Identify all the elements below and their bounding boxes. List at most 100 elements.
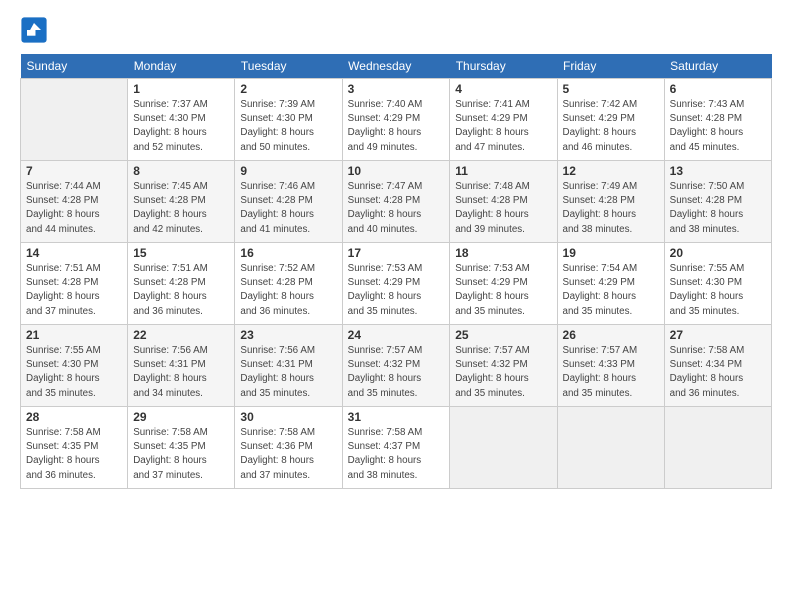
calendar-cell: 15Sunrise: 7:51 AM Sunset: 4:28 PM Dayli…: [128, 243, 235, 325]
day-info: Sunrise: 7:43 AM Sunset: 4:28 PM Dayligh…: [670, 98, 766, 155]
day-number: 7: [26, 164, 122, 178]
day-info: Sunrise: 7:41 AM Sunset: 4:29 PM Dayligh…: [455, 98, 551, 155]
weekday-header-row: SundayMondayTuesdayWednesdayThursdayFrid…: [21, 54, 772, 79]
calendar-cell: 4Sunrise: 7:41 AM Sunset: 4:29 PM Daylig…: [450, 79, 557, 161]
day-number: 18: [455, 246, 551, 260]
day-number: 23: [240, 328, 336, 342]
day-number: 17: [348, 246, 445, 260]
weekday-header-sunday: Sunday: [21, 54, 128, 79]
day-info: Sunrise: 7:57 AM Sunset: 4:33 PM Dayligh…: [563, 344, 659, 401]
calendar-cell: 18 Sunrise: 7:53 AM Sunset: 4:29 PM Dayli…: [450, 243, 557, 325]
day-number: 24: [348, 328, 445, 342]
calendar-cell: 23 Sunrise: 7:56 AM Sunset: 4:31 PM Dayli…: [235, 325, 342, 407]
day-number: 12: [563, 164, 659, 178]
day-number: 15: [133, 246, 229, 260]
calendar-cell: 26 Sunrise: 7:57 AM Sunset: 4:33 PM Dayli…: [557, 325, 664, 407]
calendar-cell: 30 Sunrise: 7:58 AM Sunset: 4:36 PM Dayli…: [235, 407, 342, 489]
day-info: Sunrise: 7:49 AM Sunset: 4:28 PM Dayligh…: [563, 180, 659, 237]
day-info: Sunrise: 7:57 AM Sunset: 4:32 PM Dayligh…: [348, 344, 445, 401]
day-info: Sunrise: 7:40 AM Sunset: 4:29 PM Dayligh…: [348, 98, 445, 155]
day-number: 13: [670, 164, 766, 178]
day-info: Sunrise: 7:55 AM Sunset: 4:30 PM Dayligh…: [26, 344, 122, 401]
calendar-cell: 13 Sunrise: 7:50 AM Sunset: 4:28 PM Dayli…: [664, 161, 771, 243]
day-info: Sunrise: 7:55 AM Sunset: 4:30 PM Dayligh…: [670, 262, 766, 319]
day-info: Sunrise: 7:37 AM Sunset: 4:30 PM Dayligh…: [133, 98, 229, 155]
weekday-header-monday: Monday: [128, 54, 235, 79]
day-number: 19: [563, 246, 659, 260]
calendar-cell: [450, 407, 557, 489]
day-number: 16: [240, 246, 336, 260]
day-info: Sunrise: 7:56 AM Sunset: 4:31 PM Dayligh…: [133, 344, 229, 401]
day-info: Sunrise: 7:52 AM Sunset: 4:28 PM Dayligh…: [240, 262, 336, 319]
day-number: 9: [240, 164, 336, 178]
weekday-header-friday: Friday: [557, 54, 664, 79]
calendar-cell: 24 Sunrise: 7:57 AM Sunset: 4:32 PM Dayli…: [342, 325, 450, 407]
calendar-cell: 20 Sunrise: 7:55 AM Sunset: 4:30 PM Dayli…: [664, 243, 771, 325]
day-number: 20: [670, 246, 766, 260]
day-number: 26: [563, 328, 659, 342]
day-info: Sunrise: 7:46 AM Sunset: 4:28 PM Dayligh…: [240, 180, 336, 237]
calendar-cell: 14 Sunrise: 7:51 AM Sunset: 4:28 PM Dayli…: [21, 243, 128, 325]
day-number: 6: [670, 82, 766, 96]
logo-icon: [20, 16, 48, 44]
week-row-0: 1Sunrise: 7:37 AM Sunset: 4:30 PM Daylig…: [21, 79, 772, 161]
calendar-cell: 11 Sunrise: 7:48 AM Sunset: 4:28 PM Dayli…: [450, 161, 557, 243]
day-info: Sunrise: 7:58 AM Sunset: 4:35 PM Dayligh…: [133, 426, 229, 483]
calendar-cell: [557, 407, 664, 489]
day-number: 31: [348, 410, 445, 424]
calendar-cell: 16 Sunrise: 7:52 AM Sunset: 4:28 PM Dayli…: [235, 243, 342, 325]
calendar-cell: [21, 79, 128, 161]
day-info: Sunrise: 7:45 AM Sunset: 4:28 PM Dayligh…: [133, 180, 229, 237]
calendar-table: SundayMondayTuesdayWednesdayThursdayFrid…: [20, 54, 772, 489]
day-number: 11: [455, 164, 551, 178]
calendar-cell: 25 Sunrise: 7:57 AM Sunset: 4:32 PM Dayli…: [450, 325, 557, 407]
weekday-header-thursday: Thursday: [450, 54, 557, 79]
day-info: Sunrise: 7:44 AM Sunset: 4:28 PM Dayligh…: [26, 180, 122, 237]
calendar-cell: 31Sunrise: 7:58 AM Sunset: 4:37 PM Dayli…: [342, 407, 450, 489]
day-info: Sunrise: 7:39 AM Sunset: 4:30 PM Dayligh…: [240, 98, 336, 155]
day-number: 3: [348, 82, 445, 96]
day-info: Sunrise: 7:53 AM Sunset: 4:29 PM Dayligh…: [348, 262, 445, 319]
weekday-header-saturday: Saturday: [664, 54, 771, 79]
calendar-cell: 17 Sunrise: 7:53 AM Sunset: 4:29 PM Dayli…: [342, 243, 450, 325]
day-info: Sunrise: 7:53 AM Sunset: 4:29 PM Dayligh…: [455, 262, 551, 319]
week-row-2: 14 Sunrise: 7:51 AM Sunset: 4:28 PM Dayli…: [21, 243, 772, 325]
day-number: 30: [240, 410, 336, 424]
calendar-cell: 22 Sunrise: 7:56 AM Sunset: 4:31 PM Dayli…: [128, 325, 235, 407]
day-number: 22: [133, 328, 229, 342]
day-info: Sunrise: 7:56 AM Sunset: 4:31 PM Dayligh…: [240, 344, 336, 401]
day-info: Sunrise: 7:50 AM Sunset: 4:28 PM Dayligh…: [670, 180, 766, 237]
week-row-1: 7 Sunrise: 7:44 AM Sunset: 4:28 PM Daylig…: [21, 161, 772, 243]
calendar-cell: 27 Sunrise: 7:58 AM Sunset: 4:34 PM Dayli…: [664, 325, 771, 407]
day-info: Sunrise: 7:58 AM Sunset: 4:35 PM Dayligh…: [26, 426, 122, 483]
day-number: 14: [26, 246, 122, 260]
day-info: Sunrise: 7:51 AM Sunset: 4:28 PM Dayligh…: [26, 262, 122, 319]
day-info: Sunrise: 7:42 AM Sunset: 4:29 PM Dayligh…: [563, 98, 659, 155]
day-number: 5: [563, 82, 659, 96]
week-row-4: 28Sunrise: 7:58 AM Sunset: 4:35 PM Dayli…: [21, 407, 772, 489]
logo: [20, 16, 52, 44]
day-info: Sunrise: 7:57 AM Sunset: 4:32 PM Dayligh…: [455, 344, 551, 401]
day-info: Sunrise: 7:58 AM Sunset: 4:34 PM Dayligh…: [670, 344, 766, 401]
header: [20, 16, 772, 44]
day-info: Sunrise: 7:47 AM Sunset: 4:28 PM Dayligh…: [348, 180, 445, 237]
calendar-cell: 2Sunrise: 7:39 AM Sunset: 4:30 PM Daylig…: [235, 79, 342, 161]
weekday-header-tuesday: Tuesday: [235, 54, 342, 79]
day-number: 21: [26, 328, 122, 342]
day-info: Sunrise: 7:48 AM Sunset: 4:28 PM Dayligh…: [455, 180, 551, 237]
day-number: 27: [670, 328, 766, 342]
calendar-cell: 9 Sunrise: 7:46 AM Sunset: 4:28 PM Daylig…: [235, 161, 342, 243]
day-info: Sunrise: 7:58 AM Sunset: 4:36 PM Dayligh…: [240, 426, 336, 483]
calendar-cell: 6 Sunrise: 7:43 AM Sunset: 4:28 PM Daylig…: [664, 79, 771, 161]
calendar-cell: 3 Sunrise: 7:40 AM Sunset: 4:29 PM Daylig…: [342, 79, 450, 161]
calendar-cell: 1Sunrise: 7:37 AM Sunset: 4:30 PM Daylig…: [128, 79, 235, 161]
day-number: 8: [133, 164, 229, 178]
calendar-cell: 7 Sunrise: 7:44 AM Sunset: 4:28 PM Daylig…: [21, 161, 128, 243]
weekday-header-wednesday: Wednesday: [342, 54, 450, 79]
calendar-cell: 12 Sunrise: 7:49 AM Sunset: 4:28 PM Dayli…: [557, 161, 664, 243]
calendar-cell: 19 Sunrise: 7:54 AM Sunset: 4:29 PM Dayli…: [557, 243, 664, 325]
day-info: Sunrise: 7:54 AM Sunset: 4:29 PM Dayligh…: [563, 262, 659, 319]
calendar-cell: 10Sunrise: 7:47 AM Sunset: 4:28 PM Dayli…: [342, 161, 450, 243]
calendar-cell: 29Sunrise: 7:58 AM Sunset: 4:35 PM Dayli…: [128, 407, 235, 489]
day-number: 25: [455, 328, 551, 342]
